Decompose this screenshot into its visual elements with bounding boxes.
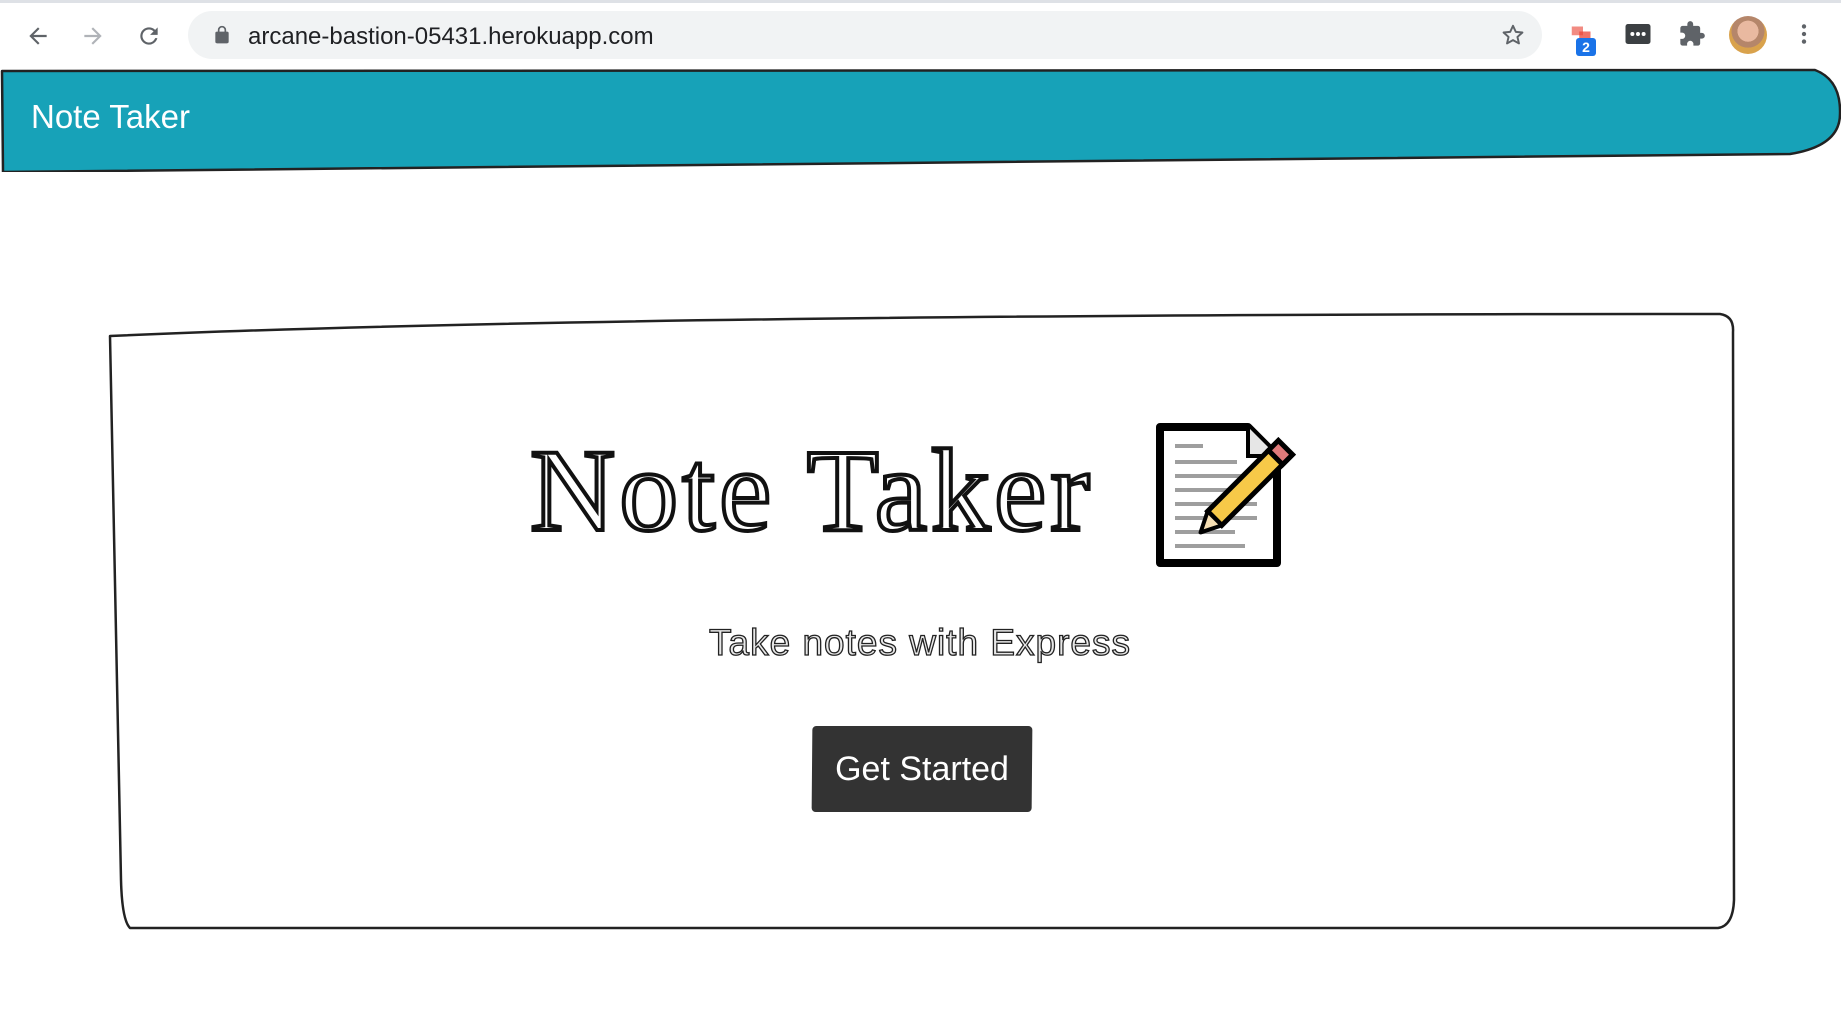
url-text: arcane-bastion-05431.herokuapp.com (248, 23, 654, 50)
memo-pencil-icon (1156, 423, 1297, 567)
password-dots-icon (1625, 24, 1651, 44)
arrow-right-icon (84, 27, 102, 45)
lock-icon (215, 25, 229, 44)
site-navbar: Note Taker (0, 68, 1841, 172)
forward-button[interactable] (71, 14, 115, 58)
navbar-background (0, 68, 1841, 172)
back-button[interactable] (16, 14, 60, 58)
get-started-button[interactable]: Get Started (811, 726, 1033, 812)
reload-icon (140, 27, 158, 45)
navbar-brand[interactable]: Note Taker (31, 98, 190, 136)
browser-toolbar: arcane-bastion-05431.herokuapp.com 2 (0, 0, 1841, 68)
tab-strip-edge (0, 0, 1841, 3)
hero-title: Note Taker (528, 425, 1094, 556)
browser-menu-button[interactable] (1786, 16, 1822, 52)
password-manager-extension[interactable] (1620, 16, 1656, 52)
hero-subtitle: Take notes with Express (708, 621, 1131, 663)
puzzle-icon (1680, 21, 1705, 46)
more-vertical-icon (1801, 24, 1807, 44)
profile-avatar[interactable] (1729, 16, 1767, 54)
arrow-left-icon (29, 27, 47, 45)
extensions-button[interactable] (1674, 16, 1710, 52)
reload-button[interactable] (127, 14, 171, 58)
extension-badge: 2 (1576, 38, 1596, 56)
address-bar[interactable]: arcane-bastion-05431.herokuapp.com (188, 11, 1542, 59)
bookmark-star-icon[interactable] (1500, 22, 1526, 48)
